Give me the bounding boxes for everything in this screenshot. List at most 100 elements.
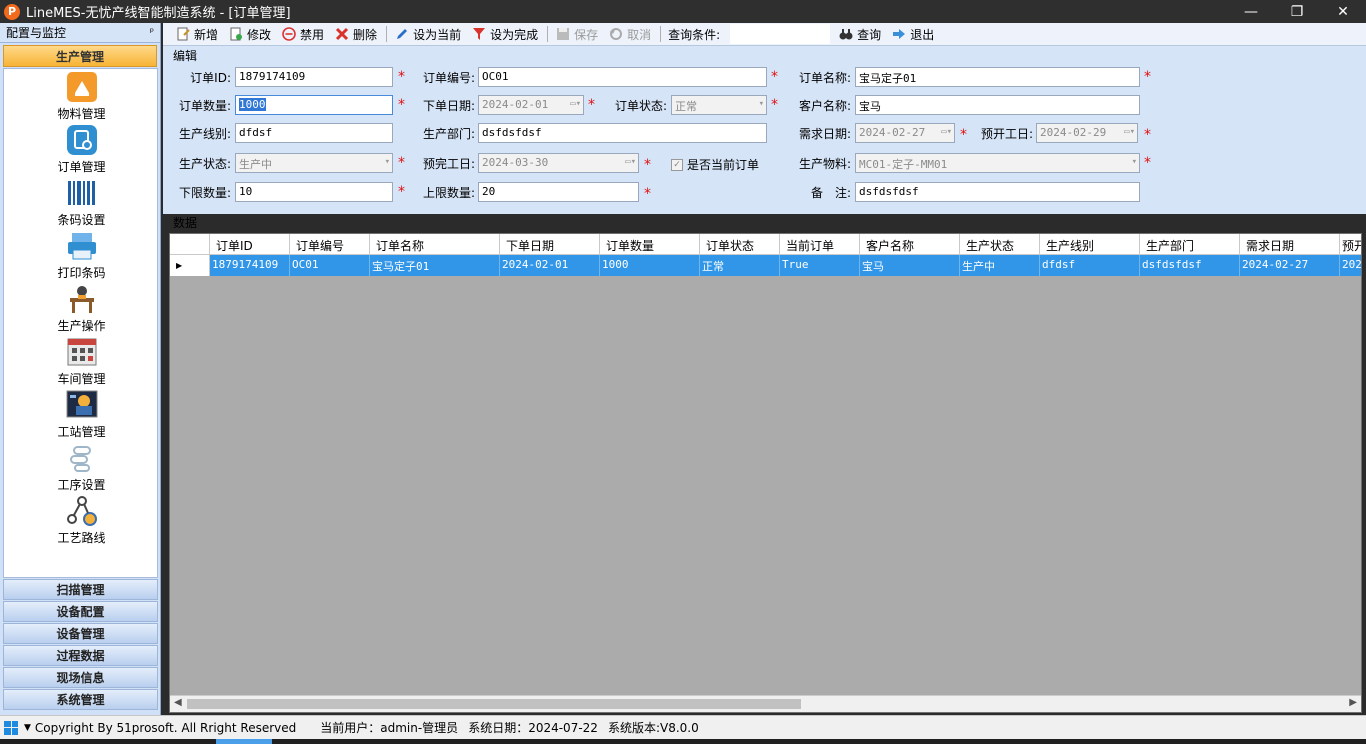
table-cell[interactable]: 生产中 — [960, 255, 1040, 276]
exit-button[interactable]: 退出 — [887, 24, 938, 45]
column-header[interactable]: 下单日期 — [500, 234, 600, 255]
nav-item-operation[interactable]: 生产操作 — [4, 283, 159, 336]
chevron-down-icon[interactable]: ▾ — [1132, 157, 1137, 167]
minimize-button[interactable]: — — [1228, 0, 1274, 23]
chevron-down-icon[interactable]: ▾ — [759, 99, 764, 109]
nav-item-route[interactable]: 工艺路线 — [4, 495, 159, 548]
caret-down-icon[interactable]: ▼ — [24, 723, 31, 733]
edit-button[interactable]: 修改 — [224, 24, 275, 45]
search-button[interactable]: 查询 — [834, 24, 885, 45]
section-system[interactable]: 系统管理 — [3, 689, 158, 710]
new-button[interactable]: 新增 — [171, 24, 222, 45]
scroll-left-icon[interactable]: ◀ — [174, 697, 182, 708]
table-cell[interactable]: 宝马 — [860, 255, 960, 276]
column-header[interactable]: 生产状态 — [960, 234, 1040, 255]
column-header[interactable]: 订单状态 — [700, 234, 780, 255]
column-header[interactable]: 生产部门 — [1140, 234, 1240, 255]
plan-start-picker[interactable]: 2024-02-29 ▭▾ — [1036, 123, 1138, 143]
order-name-field[interactable]: 宝马定子01 — [855, 67, 1140, 87]
edit-label: 修改 — [247, 27, 272, 42]
nav-item-barcode[interactable]: 条码设置 — [4, 177, 159, 230]
section-process-data[interactable]: 过程数据 — [3, 645, 158, 666]
table-cell[interactable]: 正常 — [700, 255, 780, 276]
calendar-dropdown-icon[interactable]: ▭▾ — [625, 157, 636, 167]
calendar-dropdown-icon[interactable]: ▭▾ — [570, 99, 581, 109]
customer-field[interactable]: 宝马 — [855, 95, 1140, 115]
set-current-button[interactable]: 设为当前 — [390, 24, 465, 45]
table-cell[interactable]: OC01 — [290, 255, 370, 276]
nav-item-station[interactable]: 工站管理 — [4, 389, 159, 442]
order-no-field[interactable]: OC01 — [478, 67, 767, 87]
plan-start-value: 2024-02-29 — [1040, 126, 1107, 139]
table-cell[interactable]: 1000 — [600, 255, 700, 276]
demand-date-label: 需求日期: — [798, 127, 851, 141]
section-scan[interactable]: 扫描管理 — [3, 579, 158, 600]
section-production[interactable]: 生产管理 — [3, 45, 157, 67]
calendar-dropdown-icon[interactable]: ▭▾ — [1124, 127, 1135, 137]
column-header[interactable]: 订单ID — [210, 234, 290, 255]
table-cell[interactable]: 宝马定子01 — [370, 255, 500, 276]
required-mark: * — [644, 186, 651, 202]
column-header[interactable]: 订单名称 — [370, 234, 500, 255]
nav-item-workshop[interactable]: 车间管理 — [4, 336, 159, 389]
dept-field[interactable]: dsfdsfdsf — [478, 123, 767, 143]
row-selector[interactable]: ▶ — [170, 255, 210, 276]
table-cell[interactable]: dfdsf — [1040, 255, 1140, 276]
section-site-info[interactable]: 现场信息 — [3, 667, 158, 688]
line-field[interactable]: dfdsf — [235, 123, 393, 143]
column-header[interactable]: 需求日期 — [1240, 234, 1340, 255]
nav-item-print[interactable]: 打印条码 — [4, 230, 159, 283]
query-input[interactable] — [730, 24, 831, 44]
calendar-dropdown-icon[interactable]: ▭▾ — [941, 127, 952, 137]
nav-item-process[interactable]: 工序设置 — [4, 442, 159, 495]
scrollbar-thumb[interactable] — [187, 699, 801, 709]
table-row[interactable]: ▶ 1879174109 OC01 宝马定子01 2024-02-01 1000… — [170, 255, 1361, 276]
disable-label: 禁用 — [300, 27, 325, 42]
order-qty-field[interactable]: 1000 — [235, 95, 393, 115]
order-status-select[interactable]: 正常 ▾ — [671, 95, 767, 115]
table-cell[interactable]: dsfdsfdsf — [1140, 255, 1240, 276]
is-current-checkbox[interactable]: ✓ 是否当前订单 — [671, 156, 759, 173]
demand-date-picker[interactable]: 2024-02-27 ▭▾ — [855, 123, 955, 143]
column-header[interactable]: 预开 — [1340, 234, 1361, 255]
disable-button[interactable]: 禁用 — [277, 24, 328, 45]
workshop-icon — [66, 336, 98, 368]
nav-item-order[interactable]: 订单管理 — [4, 124, 159, 177]
order-date-picker[interactable]: 2024-02-01 ▭▾ — [478, 95, 584, 115]
column-header[interactable]: 订单编号 — [290, 234, 370, 255]
max-qty-field[interactable]: 20 — [478, 182, 639, 202]
windows-icon[interactable] — [4, 720, 18, 735]
order-id-field[interactable]: 1879174109 — [235, 67, 393, 87]
delete-button[interactable]: 删除 — [330, 24, 381, 45]
scroll-right-icon[interactable]: ▶ — [1349, 697, 1357, 708]
set-done-button[interactable]: 设为完成 — [467, 24, 542, 45]
prod-status-select[interactable]: 生产中 ▾ — [235, 153, 393, 173]
sidebar-sections: 扫描管理 设备配置 设备管理 过程数据 现场信息 系统管理 — [3, 579, 158, 711]
pin-icon[interactable]: ᵖ — [150, 27, 154, 38]
horizontal-scrollbar[interactable]: ◀ ▶ — [170, 695, 1361, 712]
nav-item-material[interactable]: 物料管理 — [4, 71, 159, 124]
min-qty-field[interactable]: 10 — [235, 182, 393, 202]
section-device-manage[interactable]: 设备管理 — [3, 623, 158, 644]
plan-finish-picker[interactable]: 2024-03-30 ▭▾ — [478, 153, 639, 173]
table-cell[interactable]: 2024-02-27 — [1240, 255, 1340, 276]
table-cell[interactable]: True — [780, 255, 860, 276]
save-button[interactable]: 保存 — [551, 24, 602, 45]
section-device-config[interactable]: 设备配置 — [3, 601, 158, 622]
chevron-down-icon[interactable]: ▾ — [385, 157, 390, 167]
table-cell[interactable]: 1879174109 — [210, 255, 290, 276]
cancel-button[interactable]: 取消 — [604, 24, 655, 45]
prod-status-value: 生产中 — [239, 158, 272, 171]
remark-field[interactable]: dsfdsfdsf — [855, 182, 1140, 202]
column-header[interactable]: 生产线别 — [1040, 234, 1140, 255]
table-cell[interactable]: 2024-02-01 — [500, 255, 600, 276]
close-button[interactable]: ✕ — [1320, 0, 1366, 23]
plan-finish-value: 2024-03-30 — [482, 156, 549, 169]
material-select[interactable]: MC01-定子-MM01 ▾ — [855, 153, 1140, 173]
maximize-button[interactable]: ❐ — [1274, 0, 1320, 23]
column-header[interactable]: 订单数量 — [600, 234, 700, 255]
column-header[interactable]: 客户名称 — [860, 234, 960, 255]
save-label: 保存 — [574, 27, 599, 42]
table-cell[interactable]: 2024 — [1340, 255, 1361, 276]
column-header[interactable]: 当前订单 — [780, 234, 860, 255]
